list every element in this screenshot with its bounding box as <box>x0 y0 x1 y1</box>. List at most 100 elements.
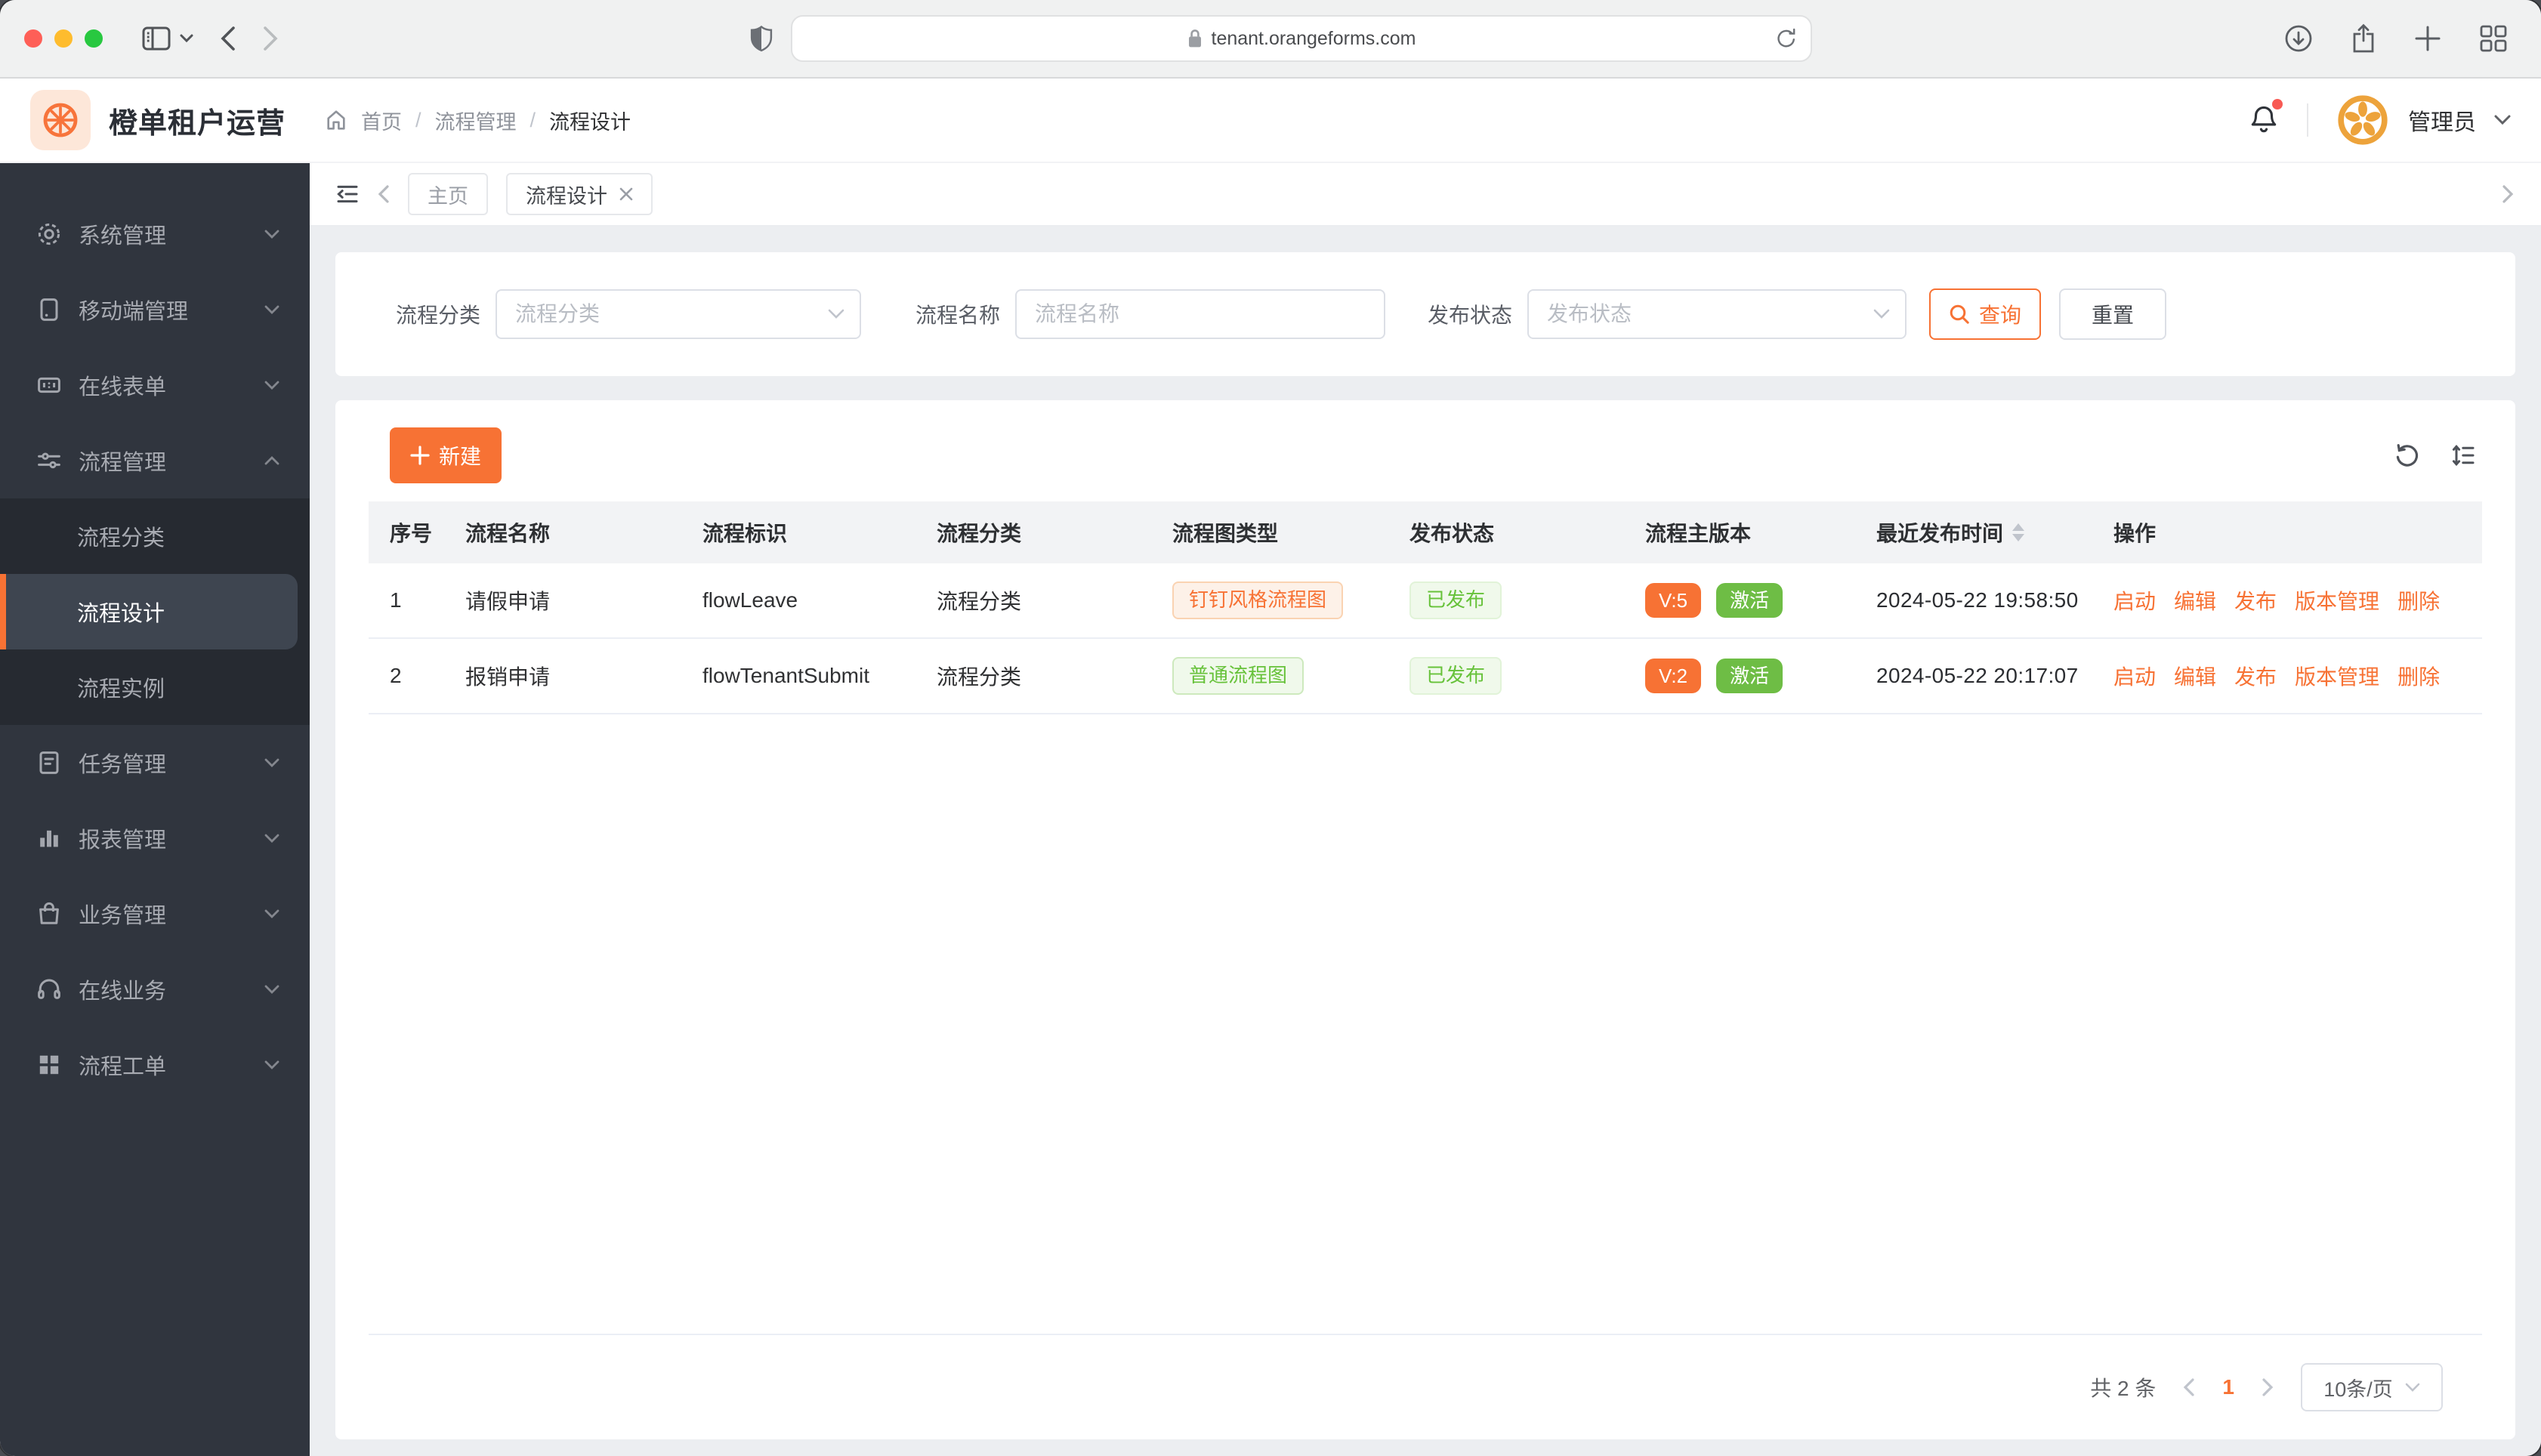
sidebar-item-online-business[interactable]: 在线业务 <box>0 952 310 1027</box>
header-divider <box>2307 103 2308 137</box>
zoom-window-button[interactable] <box>85 29 103 48</box>
sidebar-subitem-label: 流程实例 <box>77 677 165 702</box>
cell-name: 请假申请 <box>465 590 551 613</box>
action-publish-link[interactable]: 发布 <box>2234 661 2277 691</box>
url-bar[interactable]: tenant.orangeforms.com <box>791 15 1812 62</box>
page-number[interactable]: 1 <box>2222 1375 2234 1399</box>
close-tab-icon[interactable] <box>619 187 633 201</box>
filter-name-field[interactable] <box>1015 289 1386 339</box>
filter-status-input[interactable] <box>1529 291 1906 338</box>
query-button-label: 查询 <box>1979 304 2022 327</box>
sort-carets-icon[interactable] <box>2012 523 2025 541</box>
filter-category-select[interactable] <box>496 289 862 339</box>
sidebar-item-system[interactable]: 系统管理 <box>0 196 310 272</box>
action-version-link[interactable]: 版本管理 <box>2295 661 2379 691</box>
filter-category-label: 流程分类 <box>396 304 481 327</box>
sidebar-item-label: 流程工单 <box>79 1055 167 1079</box>
user-name[interactable]: 管理员 <box>2408 103 2476 137</box>
new-tab-icon[interactable] <box>2414 25 2441 52</box>
cell-category: 流程分类 <box>937 665 1022 689</box>
tab-home[interactable]: 主页 <box>408 173 488 215</box>
sidebar-item-label: 移动端管理 <box>79 300 189 324</box>
sidebar-item-flow-instance[interactable]: 流程实例 <box>0 649 310 725</box>
privacy-shield-icon[interactable] <box>750 24 773 53</box>
user-menu-chevron-icon[interactable] <box>2494 115 2511 125</box>
reset-button-label: 重置 <box>2092 304 2135 327</box>
col-published-at[interactable]: 最近发布时间 <box>1876 517 2113 548</box>
action-delete-link[interactable]: 删除 <box>2397 585 2440 615</box>
sidebar-toggle-icon[interactable] <box>142 26 171 51</box>
sidebar-item-flow-category[interactable]: 流程分类 <box>0 498 310 574</box>
share-icon[interactable] <box>2351 23 2376 54</box>
filter-status-select[interactable] <box>1527 289 1907 339</box>
filter-name-input[interactable] <box>1017 291 1385 338</box>
action-version-link[interactable]: 版本管理 <box>2295 585 2379 615</box>
breadcrumb-flow-management[interactable]: 流程管理 <box>435 106 517 135</box>
reset-button[interactable]: 重置 <box>2059 288 2167 340</box>
sidebar-item-mobile[interactable]: 移动端管理 <box>0 272 310 347</box>
sidebar-item-report[interactable]: 报表管理 <box>0 800 310 876</box>
row-height-icon[interactable] <box>2450 443 2476 468</box>
bag-icon <box>36 901 62 927</box>
action-start-link[interactable]: 启动 <box>2113 661 2156 691</box>
orange-slice-icon <box>43 103 78 137</box>
status-tag: 已发布 <box>1409 581 1502 619</box>
chevron-down-icon <box>264 305 279 314</box>
tabs-scroll-left-icon[interactable] <box>378 184 390 204</box>
headset-icon <box>36 976 62 1002</box>
action-edit-link[interactable]: 编辑 <box>2174 661 2216 691</box>
refresh-icon[interactable] <box>2394 443 2420 468</box>
back-button[interactable] <box>221 26 236 51</box>
version-badge: V:5 <box>1645 583 1702 618</box>
action-edit-link[interactable]: 编辑 <box>2174 585 2216 615</box>
tab-overview-icon[interactable] <box>2479 24 2508 53</box>
content-area: 主页 流程设计 流程分类 流程分类 流程名称 流程名称 发布状态 发布状态 查询… <box>310 163 2541 1456</box>
url-text: tenant.orangeforms.com <box>1211 27 1416 49</box>
version-badge: V:2 <box>1645 659 1702 693</box>
pagination-total: 共 2 条 <box>2090 1377 2157 1400</box>
downloads-icon[interactable] <box>2284 24 2313 53</box>
tab-flow-design[interactable]: 流程设计 <box>506 173 653 215</box>
breadcrumb-current: 流程设计 <box>549 110 631 134</box>
chevron-down-icon <box>264 985 279 994</box>
minimize-window-button[interactable] <box>54 29 73 48</box>
app-logo <box>30 90 91 150</box>
col-index: 序号 <box>390 522 433 545</box>
next-page-icon[interactable] <box>2262 1377 2274 1397</box>
table-empty-space <box>369 714 2482 1334</box>
sidebar-item-task[interactable]: 任务管理 <box>0 725 310 800</box>
cell-index: 1 <box>390 588 402 612</box>
sidebar-item-online-form[interactable]: 在线表单 <box>0 347 310 423</box>
col-version: 流程主版本 <box>1645 522 1752 545</box>
action-start-link[interactable]: 启动 <box>2113 585 2156 615</box>
sidebar-item-business[interactable]: 业务管理 <box>0 876 310 952</box>
form-icon <box>36 372 62 398</box>
tabs-scroll-right-icon[interactable] <box>2502 184 2514 204</box>
forward-button[interactable] <box>263 26 278 51</box>
query-button[interactable]: 查询 <box>1929 288 2042 340</box>
sidebar: 系统管理 移动端管理 在线表单 流程管理 流程分类 流程设计 流程实例 任务管理… <box>0 163 310 1456</box>
sidebar-item-flow-workorder[interactable]: 流程工单 <box>0 1027 310 1103</box>
home-icon[interactable] <box>325 109 347 131</box>
cell-category: 流程分类 <box>937 590 1022 613</box>
sidebar-subitem-label: 流程设计 <box>77 602 165 626</box>
reload-icon[interactable] <box>1776 27 1797 50</box>
col-actions: 操作 <box>2113 522 2157 545</box>
menu-fold-icon[interactable] <box>335 182 360 206</box>
chevron-down-icon <box>264 230 279 239</box>
table-row: 2 报销申请 flowTenantSubmit 流程分类 普通流程图 已发布 V… <box>369 639 2482 714</box>
filter-category-input[interactable] <box>497 291 860 338</box>
sidebar-item-flow-design[interactable]: 流程设计 <box>0 574 298 649</box>
breadcrumb-home[interactable]: 首页 <box>361 106 402 135</box>
sidebar-item-flow-management[interactable]: 流程管理 <box>0 423 310 498</box>
action-delete-link[interactable]: 删除 <box>2397 661 2440 691</box>
action-publish-link[interactable]: 发布 <box>2234 585 2277 615</box>
notification-bell-icon[interactable] <box>2248 99 2283 137</box>
close-window-button[interactable] <box>24 29 42 48</box>
user-avatar[interactable] <box>2336 93 2390 147</box>
prev-page-icon[interactable] <box>2183 1377 2195 1397</box>
sidebar-item-label: 在线表单 <box>79 375 167 399</box>
page-size-select[interactable]: 10条/页 <box>2301 1363 2443 1411</box>
create-button[interactable]: 新建 <box>390 427 502 483</box>
sidebar-menu-chevron-icon[interactable] <box>180 34 193 43</box>
